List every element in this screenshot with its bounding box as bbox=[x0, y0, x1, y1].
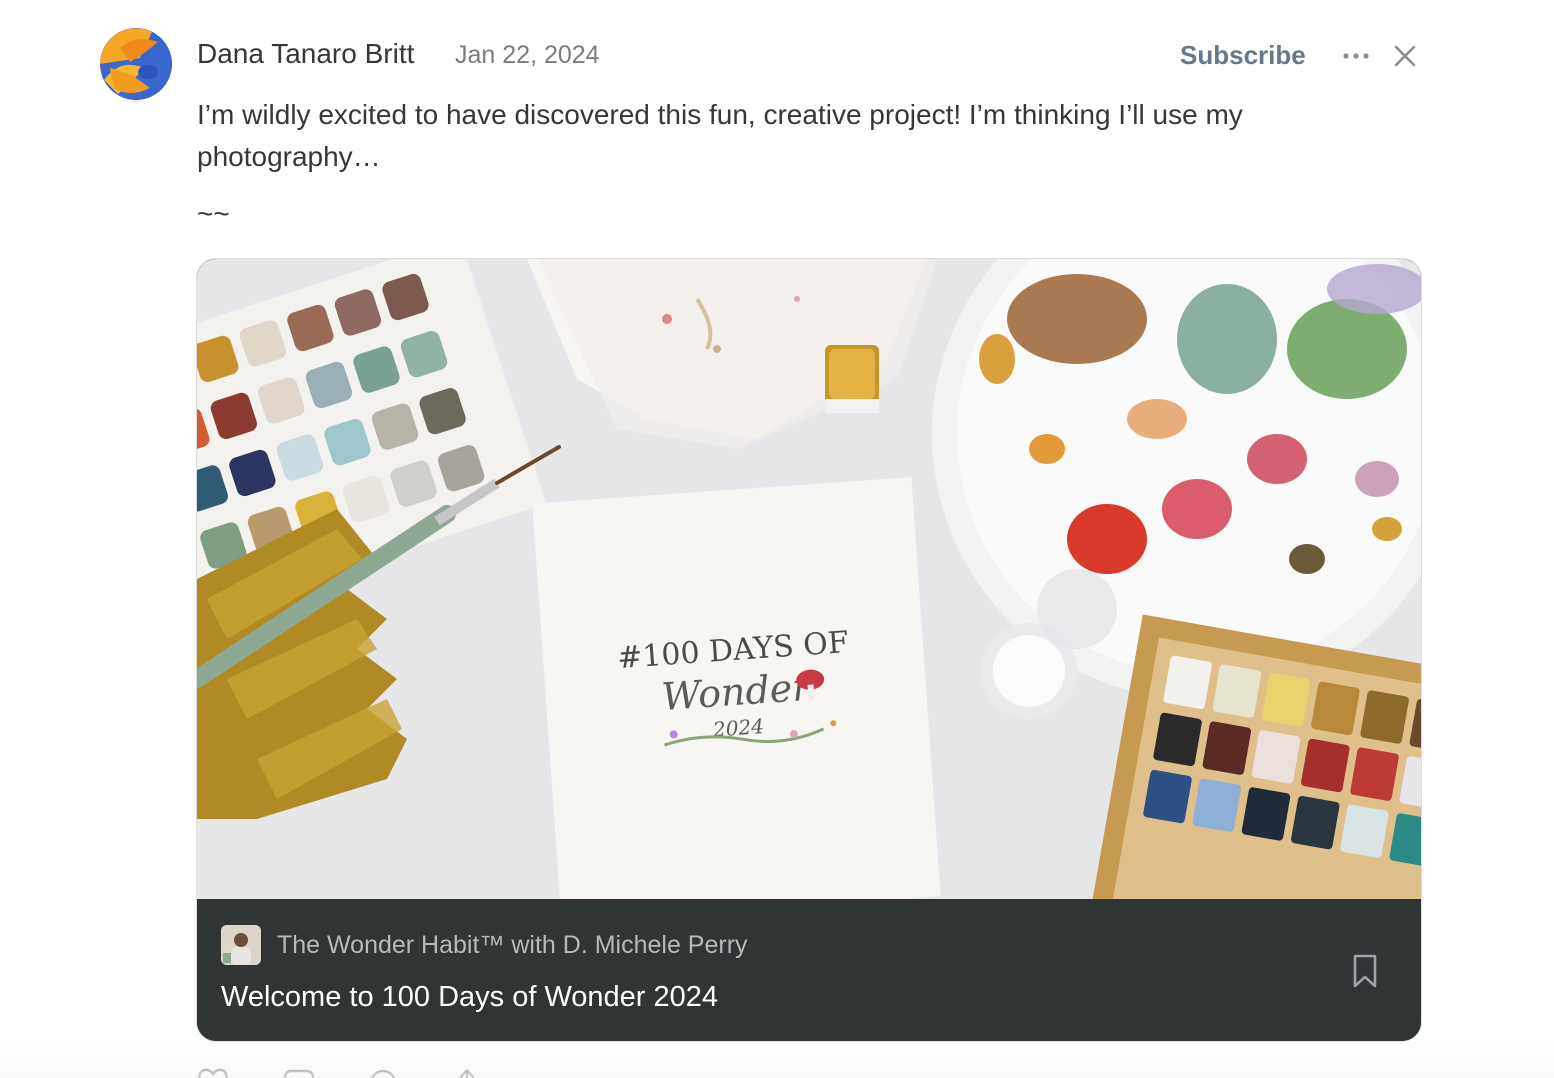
action-bar bbox=[196, 1066, 496, 1078]
ellipsis-icon[interactable] bbox=[1341, 42, 1371, 70]
publication-name[interactable]: The Wonder Habit™ with D. Michele Perry bbox=[277, 931, 748, 960]
post-body: I’m wildly excited to have discovered th… bbox=[197, 99, 1243, 172]
comment-icon[interactable] bbox=[282, 1066, 316, 1078]
separator-text: ~~ bbox=[197, 198, 230, 229]
heart-icon[interactable] bbox=[196, 1066, 230, 1078]
post-title[interactable]: Welcome to 100 Days of Wonder 2024 bbox=[221, 981, 718, 1014]
publication-logo bbox=[221, 925, 261, 965]
bookmark-icon[interactable] bbox=[1349, 953, 1381, 989]
subscribe-button[interactable]: Subscribe bbox=[1180, 40, 1306, 71]
embedded-post-card[interactable]: #100 DAYS OF Wonder 2024 The Wonder Habi… bbox=[196, 258, 1422, 1042]
close-icon[interactable] bbox=[1391, 42, 1419, 70]
share-icon[interactable] bbox=[450, 1066, 484, 1078]
post-cover-image: #100 DAYS OF Wonder 2024 bbox=[197, 259, 1421, 899]
post-date[interactable]: Jan 22, 2024 bbox=[455, 41, 600, 70]
card-footer: The Wonder Habit™ with D. Michele Perry … bbox=[197, 899, 1421, 1041]
author-avatar[interactable] bbox=[100, 28, 172, 100]
author-name[interactable]: Dana Tanaro Britt bbox=[197, 38, 414, 70]
restack-icon[interactable] bbox=[366, 1066, 400, 1078]
